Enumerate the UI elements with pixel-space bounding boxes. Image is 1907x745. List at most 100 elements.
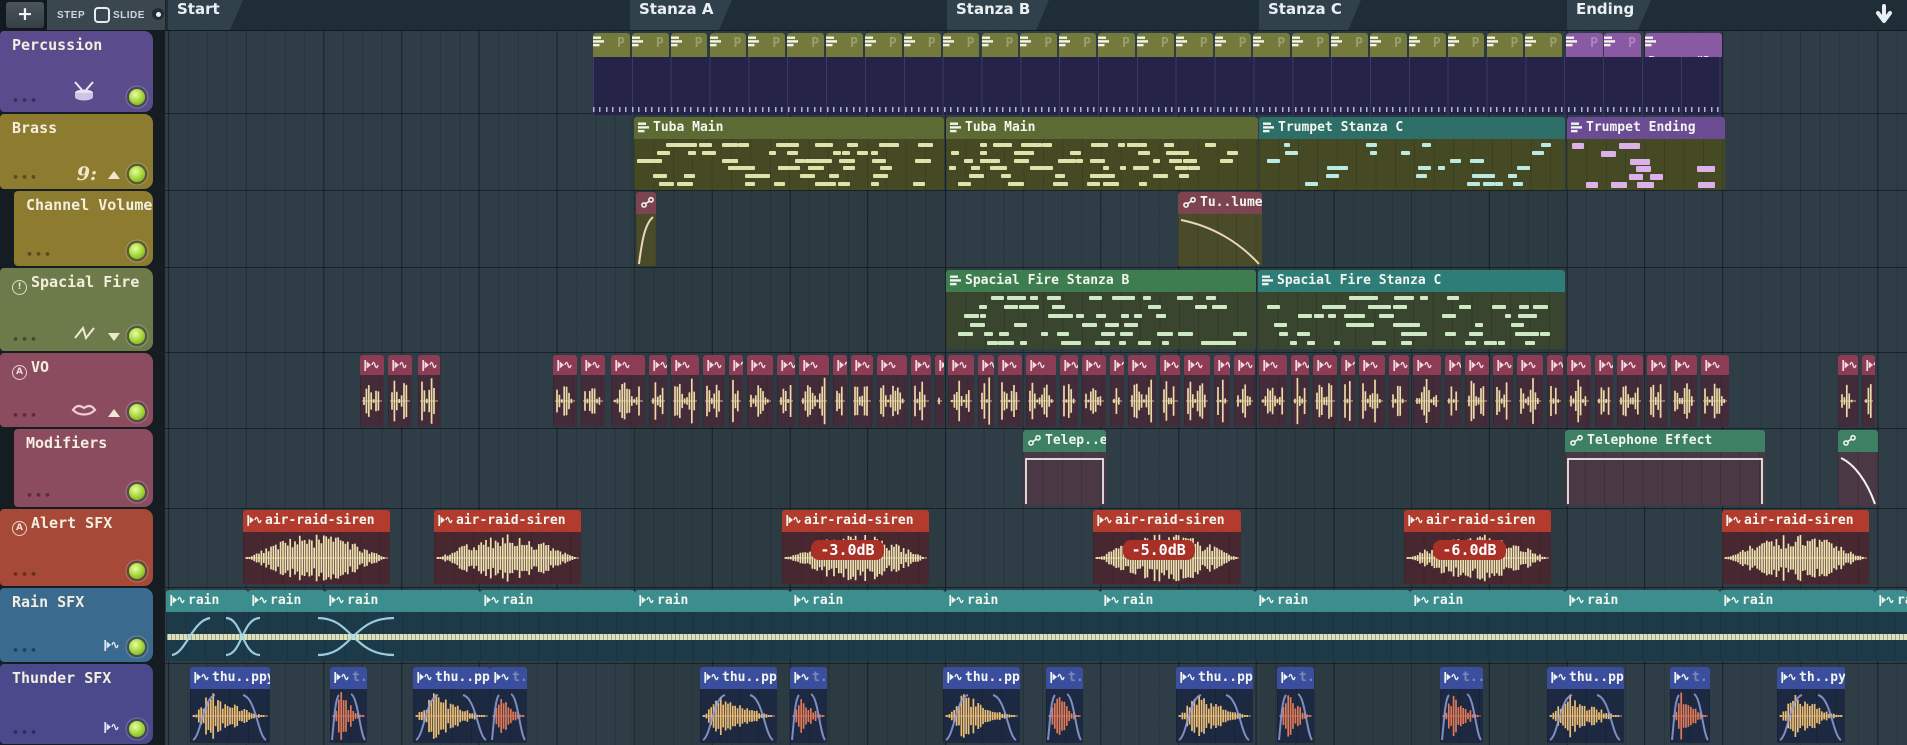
clip-vo-audio[interactable]: [388, 355, 412, 427]
clip-vo-audio[interactable]: [1595, 355, 1613, 427]
mute-led[interactable]: [129, 639, 145, 655]
scroll-down-button[interactable]: [1871, 2, 1897, 28]
pattern-clip[interactable]: P: [1137, 33, 1174, 57]
clip-vo-audio[interactable]: [747, 355, 773, 427]
clip-spacial-fire-stanza-c[interactable]: Spacial Fire Stanza C: [1258, 270, 1565, 349]
track-header-modifiers[interactable]: Modifiers•••: [14, 429, 153, 507]
clip-vo-audio[interactable]: [1259, 355, 1287, 427]
clip-air-raid-siren[interactable]: air-raid-siren-5.0dB: [1093, 510, 1241, 584]
clip-thunder-audio[interactable]: t..: [1046, 667, 1083, 743]
pattern-clip[interactable]: P: [1176, 33, 1213, 57]
mute-led[interactable]: [129, 89, 145, 105]
clip-vo-audio[interactable]: [611, 355, 645, 427]
timeline-marker-stanza-a[interactable]: Stanza A: [630, 0, 732, 30]
clip-vo-audio[interactable]: [978, 355, 994, 427]
pattern-clip[interactable]: P: [1020, 33, 1057, 57]
mute-led[interactable]: [129, 328, 145, 344]
clip-trumpet-ending[interactable]: Trumpet Ending: [1567, 117, 1725, 190]
clip-vo-audio[interactable]: [1234, 355, 1255, 427]
clip-vo-audio[interactable]: [1110, 355, 1124, 427]
pattern-clip[interactable]: P: [593, 33, 630, 57]
pattern-clip[interactable]: P: [943, 33, 980, 57]
clip-thunder-audio[interactable]: t..: [790, 667, 827, 743]
clip-vo-audio[interactable]: [877, 355, 907, 427]
timeline-marker-ending[interactable]: Ending: [1567, 0, 1651, 30]
clip-rain[interactable]: rain: [1720, 590, 1875, 661]
clip-vo-audio[interactable]: [1060, 355, 1078, 427]
clip-vo-audio[interactable]: [1647, 355, 1667, 427]
timeline-ruler[interactable]: StartStanza AStanza BStanza CEnding: [0, 0, 1907, 31]
clip-vo-audio[interactable]: [1128, 355, 1156, 427]
clip-air-raid-siren[interactable]: air-raid-siren: [434, 510, 581, 584]
add-track-button[interactable]: +: [6, 2, 44, 28]
pattern-clip[interactable]: P: [632, 33, 669, 57]
clip-air-raid-siren[interactable]: air-raid-siren: [1722, 510, 1869, 584]
pattern-clip[interactable]: P: [1487, 33, 1524, 57]
clip-vo-audio[interactable]: [1341, 355, 1355, 427]
clip-telephone-effect[interactable]: Telephone Effect: [1565, 430, 1765, 506]
clip-rain[interactable]: rain: [790, 590, 945, 661]
clip-vo-audio[interactable]: [1547, 355, 1563, 427]
clip-air-raid-siren[interactable]: air-raid-siren: [243, 510, 390, 584]
clip-vo-audio[interactable]: [1701, 355, 1729, 427]
clip-rain[interactable]: rain: [1255, 590, 1410, 661]
clip-spacial-fire-stanza-b[interactable]: Spacial Fire Stanza B: [946, 270, 1256, 349]
pattern-clip[interactable]: P: [1292, 33, 1329, 57]
pattern-clip[interactable]: P: [1059, 33, 1096, 57]
clip-vo-audio[interactable]: [1445, 355, 1461, 427]
mute-led[interactable]: [129, 243, 145, 259]
clip-vo-audio[interactable]: [1184, 355, 1210, 427]
timeline-marker-stanza-b[interactable]: Stanza B: [947, 0, 1049, 30]
clip-thunder-audio[interactable]: t..: [1670, 667, 1710, 743]
clip-vo-audio[interactable]: [649, 355, 667, 427]
clip-vo-audio[interactable]: [360, 355, 384, 427]
clip-automation[interactable]: [636, 192, 656, 266]
track-header-percussion[interactable]: Percussion•••: [0, 31, 153, 112]
clip-vo-audio[interactable]: [1838, 355, 1858, 427]
pattern-clip[interactable]: P: [865, 33, 902, 57]
clip-thu-ppy[interactable]: thu..ppy: [700, 667, 777, 743]
pattern-clip[interactable]: P: [982, 33, 1019, 57]
track-header-vo[interactable]: AVO•••: [0, 353, 153, 427]
clip-telep-ect[interactable]: Telep..ect: [1023, 430, 1106, 506]
clip-automation[interactable]: [1838, 430, 1878, 506]
clip-vo-audio[interactable]: [935, 355, 944, 427]
clip-thu-ppy[interactable]: thu..ppy: [1176, 667, 1253, 743]
clip-vo-audio[interactable]: [1313, 355, 1337, 427]
collapse-up-icon[interactable]: [108, 409, 120, 417]
step-toggle-icon[interactable]: [94, 7, 110, 23]
clip-thunder-audio[interactable]: t..: [1440, 667, 1483, 743]
track-header-spacial-fire[interactable]: !Spacial Fire•••: [0, 268, 153, 351]
track-header-channel-volume[interactable]: Channel Volume•••: [14, 191, 153, 266]
clip-rain[interactable]: rain: [945, 590, 1100, 661]
pattern-clip[interactable]: P: [1525, 33, 1562, 57]
clip-tuba-main[interactable]: Tuba Main: [634, 117, 944, 190]
pattern-clip[interactable]: P: [826, 33, 863, 57]
clip-thunder-audio[interactable]: t..: [330, 667, 367, 743]
clip-tu-lume[interactable]: Tu..lume: [1178, 192, 1262, 266]
clip-vo-audio[interactable]: [1517, 355, 1543, 427]
clip-vo-audio[interactable]: [1413, 355, 1441, 427]
clip-thunder-audio[interactable]: t..: [1277, 667, 1314, 743]
clip-vo-audio[interactable]: [1617, 355, 1643, 427]
pattern-clip[interactable]: P: [904, 33, 941, 57]
pattern-clip[interactable]: P: [1370, 33, 1407, 57]
clip-vo-audio[interactable]: [1389, 355, 1409, 427]
pattern-clip[interactable]: P: [1409, 33, 1446, 57]
clip-vo-audio[interactable]: [1026, 355, 1056, 427]
mute-led[interactable]: [129, 721, 145, 737]
clip-vo-audio[interactable]: [1082, 355, 1106, 427]
clip-vo-audio[interactable]: [1465, 355, 1489, 427]
clip-vo-audio[interactable]: [777, 355, 795, 427]
pattern-clip[interactable]: P: [1215, 33, 1252, 57]
pattern-clip[interactable]: P: [748, 33, 785, 57]
timeline-marker-start[interactable]: Start: [168, 0, 243, 30]
pattern-clip[interactable]: P: [1448, 33, 1485, 57]
clip-vo-audio[interactable]: [948, 355, 974, 427]
clip-vo-audio[interactable]: [799, 355, 829, 427]
clip-vo-audio[interactable]: [1214, 355, 1230, 427]
clip-rain[interactable]: rain: [635, 590, 790, 661]
clip-vo-audio[interactable]: [833, 355, 847, 427]
clip-vo-audio[interactable]: [1291, 355, 1309, 427]
clip-vo-audio[interactable]: [998, 355, 1022, 427]
